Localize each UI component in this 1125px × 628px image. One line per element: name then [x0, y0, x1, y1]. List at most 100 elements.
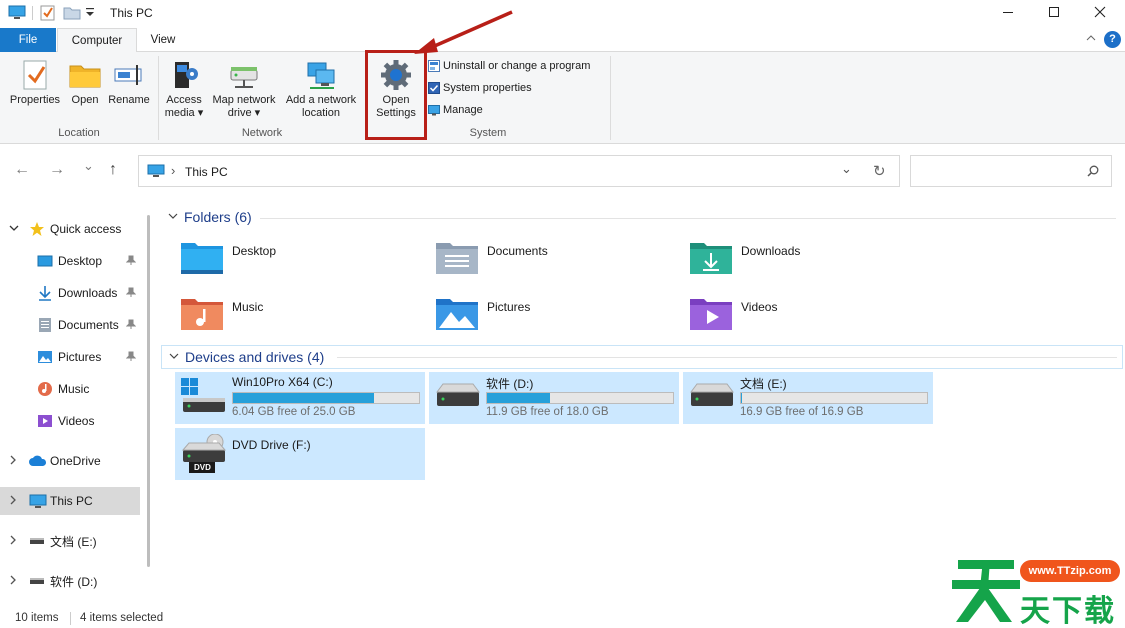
sidebar-item-quick-access[interactable]: Quick access	[0, 215, 140, 243]
sidebar-item-videos[interactable]: Videos	[0, 407, 140, 435]
star-icon	[29, 221, 45, 237]
drive-free-space: 6.04 GB free of 25.0 GB	[232, 406, 356, 418]
drive-name: 软件 (D:)	[486, 377, 534, 391]
sidebar-item-this-pc[interactable]: This PC	[0, 487, 140, 515]
sidebar-item-pictures[interactable]: Pictures	[0, 343, 140, 371]
watermark-text: 天下载	[1020, 594, 1116, 628]
documents-folder-icon	[435, 240, 479, 276]
ribbon-panel: Properties Open Rename Location Access m…	[0, 52, 1125, 144]
watermark-logo: www.TTzip.com 天下载	[950, 552, 1125, 628]
new-folder-qat-icon[interactable]	[63, 5, 81, 24]
hard-drive-icon	[435, 378, 481, 418]
pin-icon[interactable]	[125, 287, 137, 300]
folder-label: Pictures	[487, 300, 531, 314]
folders-section-header[interactable]: Folders (6)	[168, 209, 252, 225]
pin-icon[interactable]	[125, 351, 137, 364]
chevron-right-icon[interactable]	[9, 495, 17, 508]
cloud-icon	[29, 453, 47, 469]
folder-desktop[interactable]: Desktop	[180, 240, 420, 288]
map-drive-label-1: Map network	[212, 94, 276, 106]
ribbon-tabs: File Computer View	[0, 28, 1125, 53]
close-button[interactable]	[1077, 0, 1123, 26]
sidebar-item-label: Videos	[58, 414, 95, 428]
address-dropdown-icon[interactable]: ⌄	[841, 161, 852, 177]
sidebar-item-drive-d[interactable]: 软件 (D:)	[0, 567, 140, 595]
sidebar-item-drive-e[interactable]: 文档 (E:)	[0, 527, 140, 555]
uninstall-program-button[interactable]: Uninstall or change a program	[428, 60, 590, 72]
drive-name: DVD Drive (F:)	[232, 438, 311, 452]
this-pc-address-icon	[147, 164, 165, 181]
breadcrumb[interactable]: This PC	[185, 165, 228, 179]
document-icon	[37, 317, 53, 333]
sidebar-item-documents[interactable]: Documents	[0, 311, 140, 339]
drive-e[interactable]: 文档 (E:) 16.9 GB free of 16.9 GB	[683, 372, 933, 424]
sidebar-item-music[interactable]: Music	[0, 375, 140, 403]
sidebar-item-label: Pictures	[58, 350, 102, 364]
folder-downloads[interactable]: Downloads	[689, 240, 929, 288]
properties-qat-icon[interactable]	[40, 5, 56, 24]
drive-c[interactable]: Win10Pro X64 (C:) 6.04 GB free of 25.0 G…	[175, 372, 425, 424]
tab-computer[interactable]: Computer	[57, 28, 137, 53]
chevron-right-icon[interactable]	[9, 575, 17, 588]
back-button[interactable]: ←	[14, 161, 30, 179]
folder-videos[interactable]: Videos	[689, 296, 929, 344]
section-divider	[260, 218, 1116, 219]
up-button[interactable]: ↑	[109, 161, 117, 179]
folder-music[interactable]: Music	[180, 296, 420, 344]
collapse-ribbon-icon[interactable]	[1086, 33, 1096, 45]
rename-icon	[112, 58, 146, 92]
manage-button[interactable]: Manage	[428, 104, 483, 116]
pin-icon[interactable]	[125, 319, 137, 332]
forward-button[interactable]: →	[49, 161, 65, 179]
open-button[interactable]: Open	[66, 58, 104, 107]
access-media-button[interactable]: Access media ▾	[162, 58, 206, 120]
search-input[interactable]	[910, 155, 1112, 187]
separator-icon	[32, 6, 34, 23]
chevron-right-icon[interactable]	[9, 535, 17, 548]
minimize-button[interactable]	[985, 0, 1031, 26]
help-button[interactable]: ?	[1104, 31, 1121, 48]
navigation-pane: Quick access Desktop Downloads Documents	[0, 205, 160, 610]
video-icon	[37, 413, 53, 429]
rename-button[interactable]: Rename	[106, 58, 152, 107]
selected-count: 4 items selected	[80, 612, 164, 624]
tab-view[interactable]: View	[140, 28, 186, 52]
sidebar-item-onedrive[interactable]: OneDrive	[0, 447, 140, 475]
this-pc-icon[interactable]	[8, 5, 26, 24]
folder-documents[interactable]: Documents	[435, 240, 675, 288]
drive-d[interactable]: 软件 (D:) 11.9 GB free of 18.0 GB	[429, 372, 679, 424]
map-network-drive-button[interactable]: Map network drive ▾	[207, 58, 281, 120]
music-icon	[37, 381, 53, 397]
properties-button[interactable]: Properties	[6, 58, 64, 107]
drives-section-header-box[interactable]: Devices and drives (4)	[161, 345, 1123, 369]
sidebar-item-label: Desktop	[58, 254, 103, 268]
chevron-right-icon[interactable]	[9, 455, 17, 468]
sidebar-item-label: Documents	[58, 318, 119, 332]
sidebar-item-label: Quick access	[50, 222, 122, 236]
sidebar-item-desktop[interactable]: Desktop	[0, 247, 140, 275]
tab-file[interactable]: File	[0, 28, 56, 52]
drive-usage-bar	[740, 392, 928, 404]
sidebar-item-label: 文档 (E:)	[50, 534, 97, 549]
recent-locations-button[interactable]: ⌄	[83, 158, 94, 174]
drives-header-label: Devices and drives (4)	[185, 349, 325, 365]
add-network-location-button[interactable]: Add a network location	[281, 58, 361, 120]
maximize-button[interactable]	[1031, 0, 1077, 26]
folder-label: Desktop	[232, 244, 277, 258]
drive-icon	[29, 533, 45, 549]
chevron-down-icon[interactable]	[9, 224, 19, 235]
open-folder-icon	[68, 58, 102, 92]
group-separator	[610, 56, 611, 140]
refresh-icon[interactable]: ↻	[873, 162, 886, 180]
music-folder-icon	[180, 296, 224, 332]
address-bar[interactable]: › This PC ⌄ ↻	[138, 155, 900, 187]
sidebar-item-downloads[interactable]: Downloads	[0, 279, 140, 307]
dvd-badge: DVD	[194, 463, 211, 472]
system-properties-button[interactable]: System properties	[428, 82, 532, 94]
pin-icon[interactable]	[125, 255, 137, 268]
navpane-scrollbar[interactable]	[147, 215, 150, 567]
folder-pictures[interactable]: Pictures	[435, 296, 675, 344]
picture-icon	[37, 349, 53, 365]
qat-dropdown-icon[interactable]	[86, 7, 94, 21]
drive-f[interactable]: DVD DVD Drive (F:)	[175, 428, 425, 480]
